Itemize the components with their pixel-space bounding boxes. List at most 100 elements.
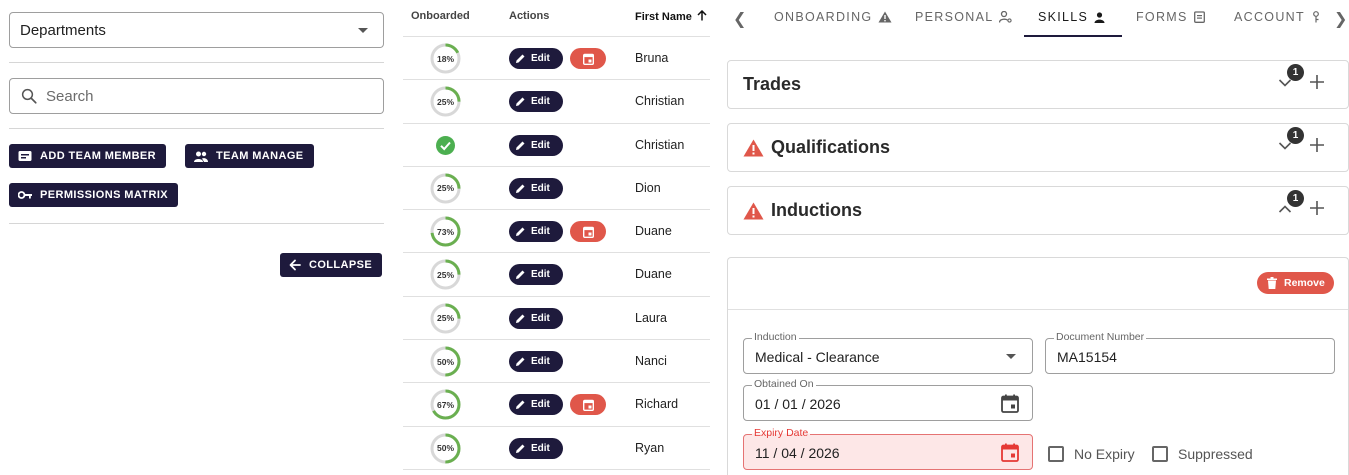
expiry-date-field[interactable]: Expiry Date 11 / 04 / 2026 xyxy=(743,427,1033,470)
tab-personal-label: PERSONAL xyxy=(915,10,994,24)
departments-select-value: Departments xyxy=(20,21,106,39)
progress-label: 25% xyxy=(436,183,454,194)
calendar-icon[interactable] xyxy=(1001,443,1019,462)
qualifications-panel[interactable]: Qualifications 1 xyxy=(727,123,1349,172)
qualifications-title: Qualifications xyxy=(771,137,891,157)
checkbox-box[interactable] xyxy=(1048,446,1064,462)
no-expiry-checkbox[interactable]: No Expiry xyxy=(1048,446,1135,462)
table-row[interactable]: 25% Edit Christian xyxy=(403,80,710,124)
header-first-name[interactable]: First Name xyxy=(635,9,707,23)
search-placeholder: Search xyxy=(46,87,94,105)
edit-button[interactable]: Edit xyxy=(509,351,563,373)
table-row[interactable]: Edit Christian xyxy=(403,124,710,167)
expiry-date-value: 11 / 04 / 2026 xyxy=(755,445,840,461)
header-onboarded[interactable]: Onboarded xyxy=(411,10,470,22)
pencil-icon xyxy=(516,444,525,453)
obtained-on-field[interactable]: Obtained On 01 / 01 / 2026 xyxy=(743,378,1033,421)
checkbox-box[interactable] xyxy=(1152,446,1168,462)
edit-button[interactable]: Edit xyxy=(509,221,563,243)
edit-button[interactable]: Edit xyxy=(509,307,563,329)
tab-onboarding[interactable]: ONBOARDING xyxy=(774,10,892,24)
tab-skills[interactable]: SKILLS xyxy=(1038,10,1105,24)
table-row[interactable]: 25% Edit Dion xyxy=(403,167,710,211)
permissions-matrix-button[interactable]: PERMISSIONS MATRIX xyxy=(9,183,179,207)
obtained-on-value: 01 / 01 / 2026 xyxy=(755,396,841,412)
check-circle-icon xyxy=(436,135,455,155)
table-row[interactable]: 50% Edit Ryan xyxy=(403,427,710,470)
add-icon[interactable] xyxy=(1309,137,1325,153)
table-row[interactable]: 67% Edit Richard xyxy=(403,383,710,427)
add-team-member-button[interactable]: ADD TEAM MEMBER xyxy=(9,144,166,168)
tab-bar: ❮ ONBOARDING PERSONAL SKILLS FORMS ACCOU… xyxy=(727,0,1349,38)
suppressed-label: Suppressed xyxy=(1178,446,1253,462)
edit-button[interactable]: Edit xyxy=(509,48,563,69)
divider xyxy=(9,128,384,129)
tab-onboarding-label: ONBOARDING xyxy=(774,10,873,24)
table-row[interactable]: 25% Edit Laura xyxy=(403,297,710,341)
first-name-cell: Richard xyxy=(635,397,679,412)
pencil-icon xyxy=(516,227,525,237)
progress-label: 50% xyxy=(436,356,454,367)
table-row[interactable]: 25% Edit Duane xyxy=(403,253,710,297)
progress-label: 67% xyxy=(436,399,454,410)
inductions-panel[interactable]: Inductions 1 xyxy=(727,186,1349,235)
edit-button[interactable]: Edit xyxy=(509,177,563,199)
tab-forms-label: FORMS xyxy=(1136,10,1188,24)
induction-value: Medical - Clearance xyxy=(755,349,880,365)
table-row[interactable]: 18% Edit Bruna xyxy=(403,37,710,81)
badge-icon xyxy=(18,151,32,161)
departments-select[interactable]: Departments xyxy=(9,12,384,48)
edit-label: Edit xyxy=(531,53,550,64)
calendar-button[interactable] xyxy=(570,221,606,243)
pencil-icon xyxy=(516,97,525,107)
suppressed-checkbox[interactable]: Suppressed xyxy=(1152,446,1253,462)
person-icon xyxy=(1094,11,1105,23)
calendar-icon[interactable] xyxy=(1001,394,1019,413)
qualifications-count-badge: 1 xyxy=(1287,127,1304,144)
remove-button[interactable]: Remove xyxy=(1257,272,1334,294)
tab-account[interactable]: ACCOUNT xyxy=(1234,10,1321,24)
edit-label: Edit xyxy=(531,399,550,411)
first-name-cell: Duane xyxy=(635,224,672,239)
edit-button[interactable]: Edit xyxy=(509,264,563,286)
trades-panel[interactable]: Trades 1 xyxy=(727,60,1349,109)
collapse-button[interactable]: COLLAPSE xyxy=(280,253,383,277)
tab-forms[interactable]: FORMS xyxy=(1136,10,1205,24)
search-icon xyxy=(21,88,37,104)
team-manage-label: TEAM MANAGE xyxy=(216,150,304,162)
qualifications-tools: 1 xyxy=(1278,127,1338,160)
edit-button[interactable]: Edit xyxy=(509,91,563,113)
calendar-button[interactable] xyxy=(570,48,606,69)
arrow-up-icon xyxy=(697,9,707,21)
edit-button[interactable]: Edit xyxy=(509,437,563,459)
progress-label: 50% xyxy=(436,443,454,454)
table-body: 18% Edit Bruna 25% Edit Christian Edit Christia… xyxy=(403,37,710,470)
tab-skills-label: SKILLS xyxy=(1038,10,1089,24)
inductions-tools: 1 xyxy=(1278,190,1338,223)
tab-personal[interactable]: PERSONAL xyxy=(915,10,1013,24)
edit-button[interactable]: Edit xyxy=(509,134,563,156)
chevron-right-icon[interactable]: ❯ xyxy=(1334,9,1347,29)
add-icon[interactable] xyxy=(1309,74,1325,90)
search-input[interactable]: Search xyxy=(9,78,384,114)
table-row[interactable]: 50% Edit Nanci xyxy=(403,340,710,384)
add-icon[interactable] xyxy=(1309,200,1325,216)
pencil-icon xyxy=(516,314,525,323)
team-manage-button[interactable]: TEAM MANAGE xyxy=(185,144,314,168)
remove-label: Remove xyxy=(1284,277,1325,289)
table-header: Onboarded Actions First Name xyxy=(403,0,710,37)
inductions-title: Inductions xyxy=(771,200,862,220)
pencil-icon xyxy=(516,357,525,367)
chevron-left-icon[interactable]: ❮ xyxy=(733,9,746,29)
person-key-icon xyxy=(1313,11,1319,23)
inductions-heading: Inductions xyxy=(743,200,862,221)
calendar-button[interactable] xyxy=(570,394,606,416)
pencil-icon xyxy=(516,141,525,150)
first-name-cell: Ryan xyxy=(635,440,665,455)
trades-count-badge: 1 xyxy=(1287,64,1304,81)
edit-button[interactable]: Edit xyxy=(509,394,563,416)
table-row[interactable]: 73% Edit Duane xyxy=(403,210,710,254)
warning-icon xyxy=(743,139,764,156)
induction-select[interactable]: Induction Medical - Clearance xyxy=(743,331,1033,374)
document-number-field[interactable]: Document Number MA15154 xyxy=(1045,331,1335,374)
